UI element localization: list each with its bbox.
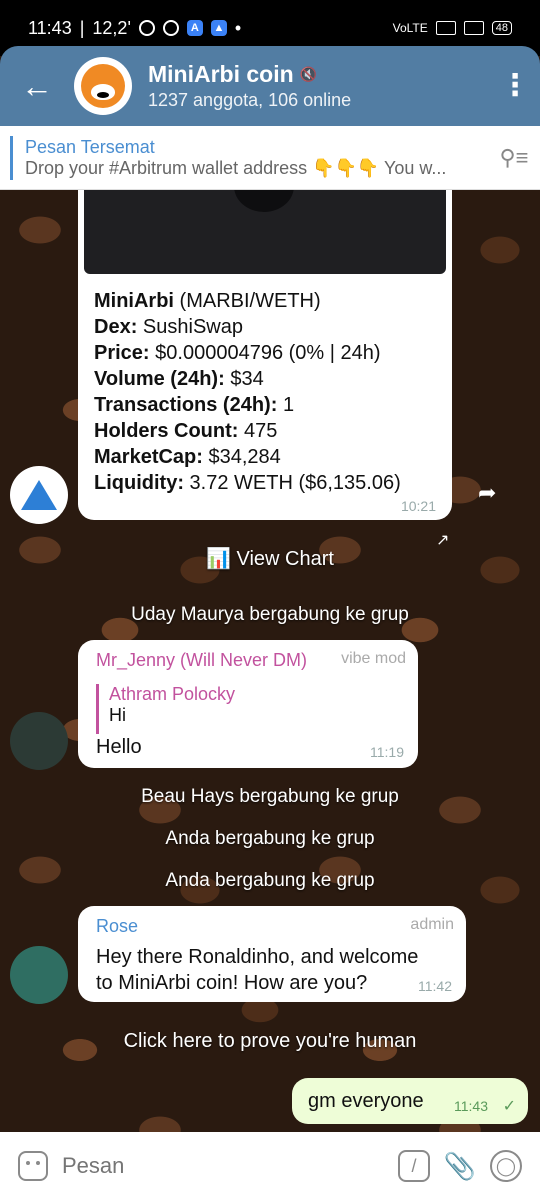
play-icon [234,190,294,212]
reply-quote[interactable]: Athram Polocky Hi [96,684,235,734]
volte-icon: VoLTE [392,21,428,35]
message-time: 10:21 [400,498,436,514]
system-message: Uday Maurya bergabung ke grup [131,604,409,625]
back-arrow-icon[interactable]: ← [0,46,74,126]
battery-icon: 48 [491,21,512,35]
attach-icon[interactable]: 📎 [444,1150,476,1182]
view-chart-button[interactable]: 📊 View Chart [0,546,540,571]
external-link-icon: ↗ [436,532,450,549]
message-composer: / 📎 ◯ [0,1132,540,1200]
jenny-message[interactable]: Mr_Jenny (Will Never DM) vibe mod Athram… [78,640,418,768]
fox-icon [81,64,125,108]
price-value: $0.000004796 (0% | 24h) [149,342,381,364]
message-line: to MiniArbi coin! How are you? [96,972,368,994]
chat-area[interactable]: MiniArbi (MARBI/WETH) Dex: SushiSwap Pri… [0,190,540,1132]
pinned-title: Pesan Tersemat [25,136,155,157]
system-message: Beau Hays bergabung ke grup [141,786,399,807]
sender-role: admin [410,916,454,933]
price-label: Price: [94,342,150,364]
app-a-icon: A [186,20,203,36]
system-message: Anda bergabung ke grup [165,870,375,891]
quote-sender: Athram Polocky [109,684,236,704]
holders-value: 475 [238,420,278,442]
token-name: MiniArbi [94,290,174,312]
sender-role: vibe mod [341,650,406,667]
prove-human-button[interactable]: Click here to prove you're human [0,1030,540,1053]
volume-value: $34 [224,368,264,390]
group-name: MiniArbi coin [148,61,294,87]
sender-name[interactable]: Mr_Jenny (Will Never DM) [96,650,307,671]
bot-commands-icon[interactable]: / [398,1150,430,1182]
quote-text: Hi [109,705,126,725]
token-info-message[interactable]: MiniArbi (MARBI/WETH) Dex: SushiSwap Pri… [78,190,452,520]
message-input[interactable] [62,1153,384,1179]
tx-label: Transactions (24h): [94,394,278,416]
group-avatar[interactable] [74,57,132,115]
mcap-label: MarketCap: [94,446,203,468]
bot-avatar[interactable] [10,466,68,524]
volume-label: Volume (24h): [94,368,225,390]
arbitrum-icon [21,480,57,510]
message-text: Hello [96,736,142,758]
media-preview[interactable] [84,190,446,274]
group-members: 1237 anggota, 106 online [148,90,352,110]
more-options-icon[interactable]: ⋮ [490,46,540,126]
clock: 11:43 [28,17,72,38]
share-icon[interactable]: ➦ [478,480,496,506]
camera-icon[interactable]: ◯ [490,1150,522,1182]
signal2-icon [463,21,484,35]
dex-value: SushiSwap [137,316,243,338]
read-check-icon: ✓ [502,1098,516,1115]
system-message: Anda bergabung ke grup [165,828,375,849]
chat-header: ← MiniArbi coin 🔇 1237 anggota, 106 onlin… [0,46,540,126]
jenny-avatar[interactable] [10,712,68,770]
message-time: 11:19 [370,744,404,760]
notification-icon [138,20,155,36]
sender-name[interactable]: Rose [96,916,138,937]
outgoing-message[interactable]: gm everyone 11:43 ✓ [292,1078,528,1124]
rose-avatar[interactable] [10,946,68,1004]
token-info-text: MiniArbi (MARBI/WETH) Dex: SushiSwap Pri… [94,288,401,496]
mcap-value: $34,284 [202,446,281,468]
rose-message[interactable]: Rose admin Hey there Ronaldinho, and wel… [78,906,466,1002]
message-time: 11:42 [418,978,452,994]
dex-label: Dex: [94,316,138,338]
message-text: gm everyone [308,1090,424,1112]
message-text: Hey there Ronaldinho, and welcome to Min… [96,944,418,996]
liquidity-label: Liquidity: [94,472,184,494]
pinned-text: Drop your #Arbitrum wallet address 👇👇👇 Y… [25,157,447,178]
message-time: 11:43 [454,1098,488,1114]
pinned-indicator [10,135,13,180]
token-pair: (MARBI/WETH) [174,290,321,312]
group-title-area[interactable]: MiniArbi coin 🔇 1237 anggota, 106 online [148,61,490,111]
liquidity-value: 3.72 WETH ($6,135.06) [183,472,401,494]
rocket-icon [162,20,179,36]
app-arbitrum-icon: ▲ [210,20,227,36]
signal-icon [435,21,456,35]
muted-icon: 🔇 [299,66,318,82]
network-speed: 12,2' [92,17,131,38]
emoji-icon[interactable] [18,1151,48,1181]
message-line: Hey there Ronaldinho, and welcome [96,946,419,968]
holders-label: Holders Count: [94,420,239,442]
tx-value: 1 [277,394,295,416]
pinned-list-icon[interactable]: ⚲≡ [488,145,540,171]
pinned-message[interactable]: Pesan Tersemat Drop your #Arbitrum walle… [0,126,540,190]
